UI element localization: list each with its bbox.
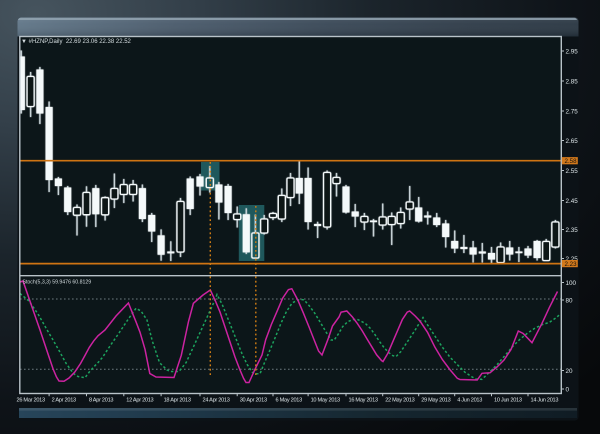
svg-text:2.23: 2.23 [565,261,578,268]
svg-text:0: 0 [566,386,570,393]
svg-text:2.85: 2.85 [566,78,579,85]
svg-text:80: 80 [566,297,574,304]
svg-text:2.95: 2.95 [566,48,579,55]
svg-text:▼ #HZNP,Daily 22.69 23.06 22.: ▼ #HZNP,Daily 22.69 23.06 22.38 22.52 [21,39,132,45]
svg-text:Stoch(5,3,3) 59.9476 60.8129: Stoch(5,3,3) 59.9476 60.8129 [23,280,92,286]
svg-text:2.75: 2.75 [566,108,579,115]
svg-text:20: 20 [566,368,574,375]
svg-text:2.58: 2.58 [565,158,578,165]
svg-text:2 Apr 2013: 2 Apr 2013 [52,398,76,404]
svg-text:26 Mar 2013: 26 Mar 2013 [17,398,45,404]
svg-text:12 Apr 2013: 12 Apr 2013 [126,398,153,404]
svg-text:4 Jun 2013: 4 Jun 2013 [457,398,482,404]
svg-text:2.55: 2.55 [566,168,579,175]
svg-text:6 May 2013: 6 May 2013 [276,398,303,404]
svg-text:24 Apr 2013: 24 Apr 2013 [203,398,230,404]
svg-text:18 Apr 2013: 18 Apr 2013 [164,398,191,404]
svg-text:8 Apr 2013: 8 Apr 2013 [89,398,113,404]
svg-text:29 May 2013: 29 May 2013 [421,398,450,404]
svg-text:2.45: 2.45 [566,198,579,205]
svg-text:30 Apr 2013: 30 Apr 2013 [240,398,267,404]
svg-text:2.35: 2.35 [566,227,579,234]
svg-text:10 May 2013: 10 May 2013 [311,398,340,404]
svg-text:2.65: 2.65 [566,138,579,145]
svg-text:100: 100 [566,280,577,287]
svg-text:16 May 2013: 16 May 2013 [349,398,378,404]
svg-text:14 Jun 2013: 14 Jun 2013 [531,398,559,404]
svg-text:10 Jun 2013: 10 Jun 2013 [494,398,522,404]
svg-text:22 May 2013: 22 May 2013 [385,398,414,404]
